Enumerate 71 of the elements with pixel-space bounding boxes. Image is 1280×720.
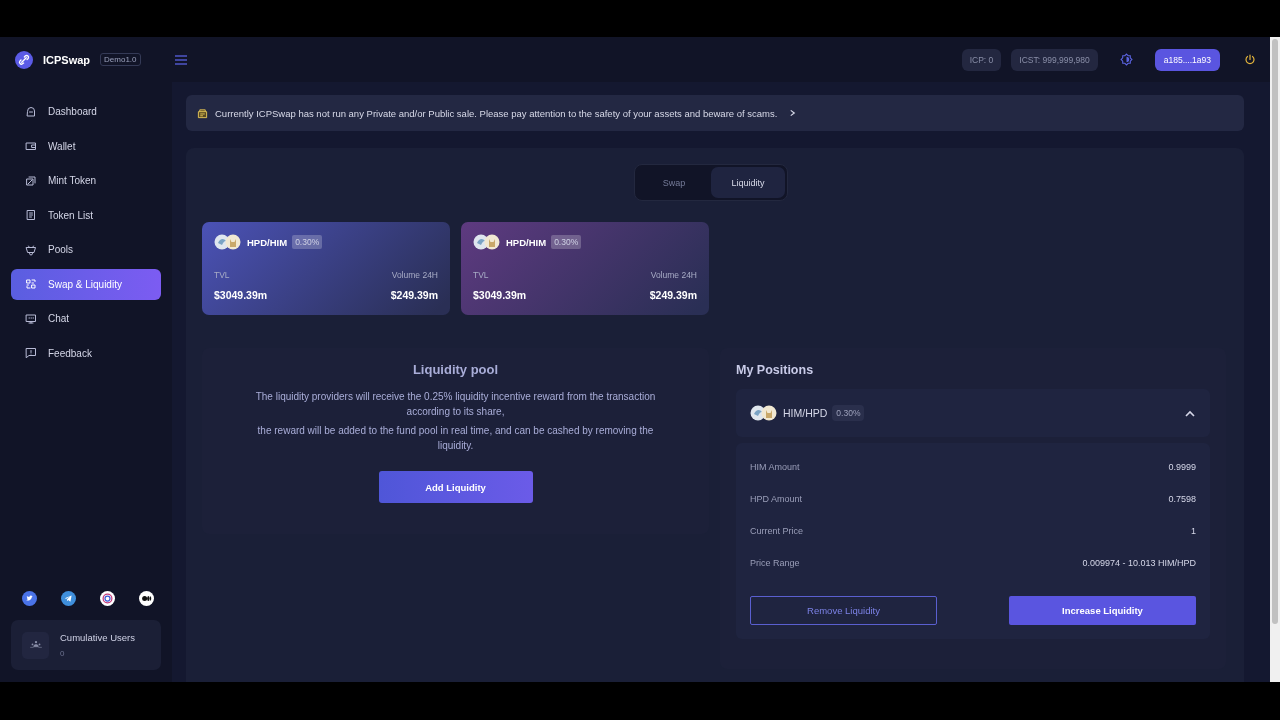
stats-value: 0 [60,649,66,658]
pair-name: HPD/HIM [506,236,547,248]
users-icon [22,631,49,659]
stat-label: Volume 24H [650,270,697,280]
sidebar-item[interactable]: Token List [11,199,161,231]
basket-icon [25,243,37,256]
sidebar-item[interactable]: Mint Token [11,165,161,197]
fee-tag: 0.30% [832,405,865,421]
sidebar-item[interactable]: Pools [11,234,161,266]
stat-label: TVL [473,270,489,280]
description: the reward will be added to the fund pool in real time, and can be cashed by removing the liquidity. [256,424,655,453]
fee-tag: 0.30% [551,235,582,249]
sidebar-item[interactable]: Dashboard [11,96,161,128]
account-button[interactable]: a185....1a93 [1154,48,1220,71]
detail-value: 0.9999 [1168,462,1196,472]
sidebar-item[interactable]: Wallet [11,130,161,162]
detail-label: HPD Amount [750,494,803,504]
version-tag: Demo1.0 [100,53,141,66]
balance-chip: ICST: 999,999,980 [1011,48,1098,71]
notice-text: Currently ICPSwap has not run any Private and/or Public sale. Please pay attention to the safety of your assets and beware of scams. [215,107,778,119]
message-icon [25,347,37,360]
detail-value: 1 [1191,526,1196,536]
telegram-icon[interactable] [61,591,76,606]
card-title: My Positions [736,363,815,377]
swap-icon [25,278,37,291]
position-header[interactable]: HIM/HPD 0.30% [736,389,1210,437]
sidebar-item[interactable]: Swap & Liquidity [11,268,161,300]
power-icon[interactable] [1244,53,1256,66]
pair-name: HIM/HPD [783,407,828,419]
stat-label: TVL [214,270,230,280]
fee-tag: 0.30% [292,235,323,249]
token-pair-icon [473,234,501,250]
sidebar-item[interactable]: Chat [11,303,161,335]
wallet-icon [25,140,37,153]
tab[interactable]: Liquidity [711,167,785,198]
stats-label: Cumulative Users [60,632,135,643]
stat-value: $3049.39m [214,289,268,301]
detail-value: 0.009974 - 10.013 HIM/HPD [1082,558,1196,568]
twitter-icon[interactable] [22,591,37,606]
remove-liquidity-button[interactable]: Remove Liquidity [750,596,937,625]
stat-value: $3049.39m [473,289,527,301]
scrollbar-thumb[interactable] [1272,39,1278,624]
increase-liquidity-button[interactable]: Increase Liquidity [1009,596,1196,625]
stat-label: Volume 24H [391,270,438,280]
monitor-icon [25,312,37,325]
document-icon [25,209,37,222]
pair-name: HPD/HIM [247,236,288,248]
home-icon [25,105,37,118]
balance-chip: ICP: 0 [961,48,1002,71]
description: The liquidity providers will receive the 0.25% liquidity incentive reward from the transaction according to its share, [254,390,657,419]
sidebar-item[interactable]: Feedback [11,337,161,369]
add-liquidity-button[interactable]: Add Liquidity [378,471,533,503]
stat-value: $249.39m [390,289,438,301]
logo-icon [15,50,33,69]
card-title: Liquidity pool [412,362,499,377]
chevron-up-icon[interactable] [1185,409,1195,417]
detail-label: HIM Amount [750,462,800,472]
token-pair-icon [750,405,778,421]
theme-icon[interactable] [1119,53,1133,66]
detail-label: Current Price [750,526,803,536]
medium-icon[interactable] [139,591,154,606]
brand-name: ICPSwap [43,53,91,66]
card-icon [197,107,208,119]
detail-value: 0.7598 [1168,494,1196,504]
token-pair-icon [214,234,242,250]
tab[interactable]: Swap [637,167,711,198]
layers-icon [25,174,37,187]
stat-value: $249.39m [649,289,697,301]
detail-label: Price Range [750,558,800,568]
chevron-right-icon[interactable] [789,109,797,117]
ring-icon[interactable] [100,591,115,606]
